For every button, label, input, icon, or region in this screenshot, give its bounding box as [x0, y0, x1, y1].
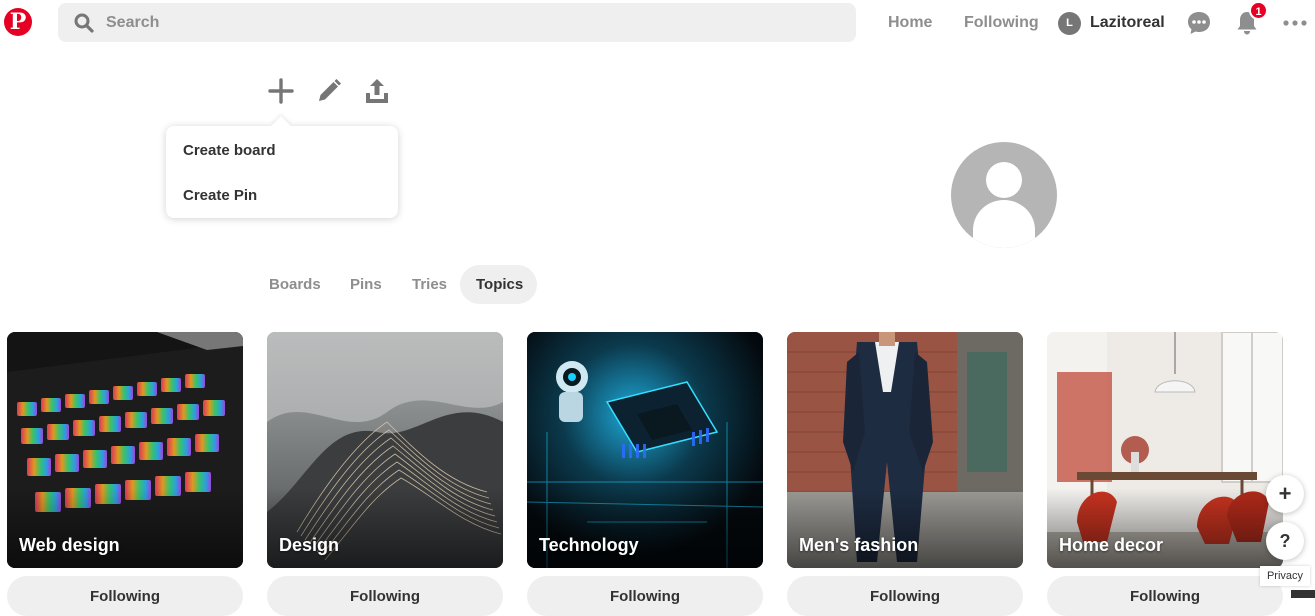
- share-icon[interactable]: [362, 76, 392, 106]
- top-bar: P Home Following L Lazitoreal 1: [0, 0, 1315, 46]
- card-shade: [7, 488, 243, 568]
- plus-icon[interactable]: [266, 76, 296, 106]
- card-shade: [267, 488, 503, 568]
- card-shade: [1047, 488, 1283, 568]
- following-label: Following: [870, 588, 940, 605]
- create-menu-popover: Create board Create Pin: [166, 116, 398, 218]
- popover-caret: [271, 116, 291, 136]
- user-profile-link[interactable]: L Lazitoreal: [1058, 11, 1165, 35]
- floating-help-button[interactable]: ?: [1266, 522, 1304, 560]
- tab-boards[interactable]: Boards: [253, 265, 337, 304]
- topic-card-mens-fashion[interactable]: Men's fashion: [787, 332, 1023, 568]
- scroll-corner: [1291, 590, 1315, 598]
- topic-label: Technology: [539, 535, 639, 555]
- topic-label: Home decor: [1059, 535, 1164, 555]
- following-button-technology[interactable]: Following: [527, 576, 763, 616]
- user-name: Lazitoreal: [1090, 14, 1165, 31]
- avatar-head-shape: [986, 162, 1022, 198]
- nav-home-link[interactable]: Home: [888, 14, 932, 32]
- avatar-body-shape: [973, 200, 1035, 248]
- nav-following-link[interactable]: Following: [964, 14, 1039, 32]
- pinterest-logo-icon[interactable]: P: [4, 8, 32, 36]
- following-button-design[interactable]: Following: [267, 576, 503, 616]
- topic-card-design[interactable]: Design: [267, 332, 503, 568]
- following-button-mens-fashion[interactable]: Following: [787, 576, 1023, 616]
- messages-icon[interactable]: [1184, 8, 1214, 38]
- tab-topics[interactable]: Topics: [460, 265, 537, 304]
- topic-label: Design: [279, 535, 340, 555]
- create-pin-item[interactable]: Create Pin: [183, 187, 257, 204]
- pencil-icon[interactable]: [314, 76, 344, 106]
- tab-tries[interactable]: Tries: [396, 265, 463, 304]
- more-options-icon[interactable]: [1280, 8, 1310, 38]
- following-label: Following: [1130, 588, 1200, 605]
- topic-card-technology[interactable]: Technology: [527, 332, 763, 568]
- search-input[interactable]: [106, 3, 806, 42]
- topic-card-web-design[interactable]: Web design: [7, 332, 243, 568]
- following-button-web-design[interactable]: Following: [7, 576, 243, 616]
- profile-avatar[interactable]: [951, 142, 1057, 248]
- topic-label: Web design: [19, 535, 120, 555]
- topic-card-home-decor[interactable]: Home decor: [1047, 332, 1283, 568]
- card-shade: [527, 488, 763, 568]
- following-label: Following: [350, 588, 420, 605]
- privacy-link[interactable]: Privacy: [1260, 566, 1310, 586]
- tab-pins[interactable]: Pins: [334, 265, 398, 304]
- following-button-home-decor[interactable]: Following: [1047, 576, 1283, 616]
- card-shade: [787, 488, 1023, 568]
- following-label: Following: [610, 588, 680, 605]
- search-bar[interactable]: [58, 3, 856, 42]
- notifications-badge: 1: [1249, 1, 1268, 20]
- create-board-item[interactable]: Create board: [183, 142, 276, 159]
- search-icon: [74, 13, 94, 33]
- following-label: Following: [90, 588, 160, 605]
- user-avatar: L: [1058, 11, 1081, 35]
- topic-label: Men's fashion: [799, 535, 919, 555]
- floating-add-button[interactable]: +: [1266, 475, 1304, 513]
